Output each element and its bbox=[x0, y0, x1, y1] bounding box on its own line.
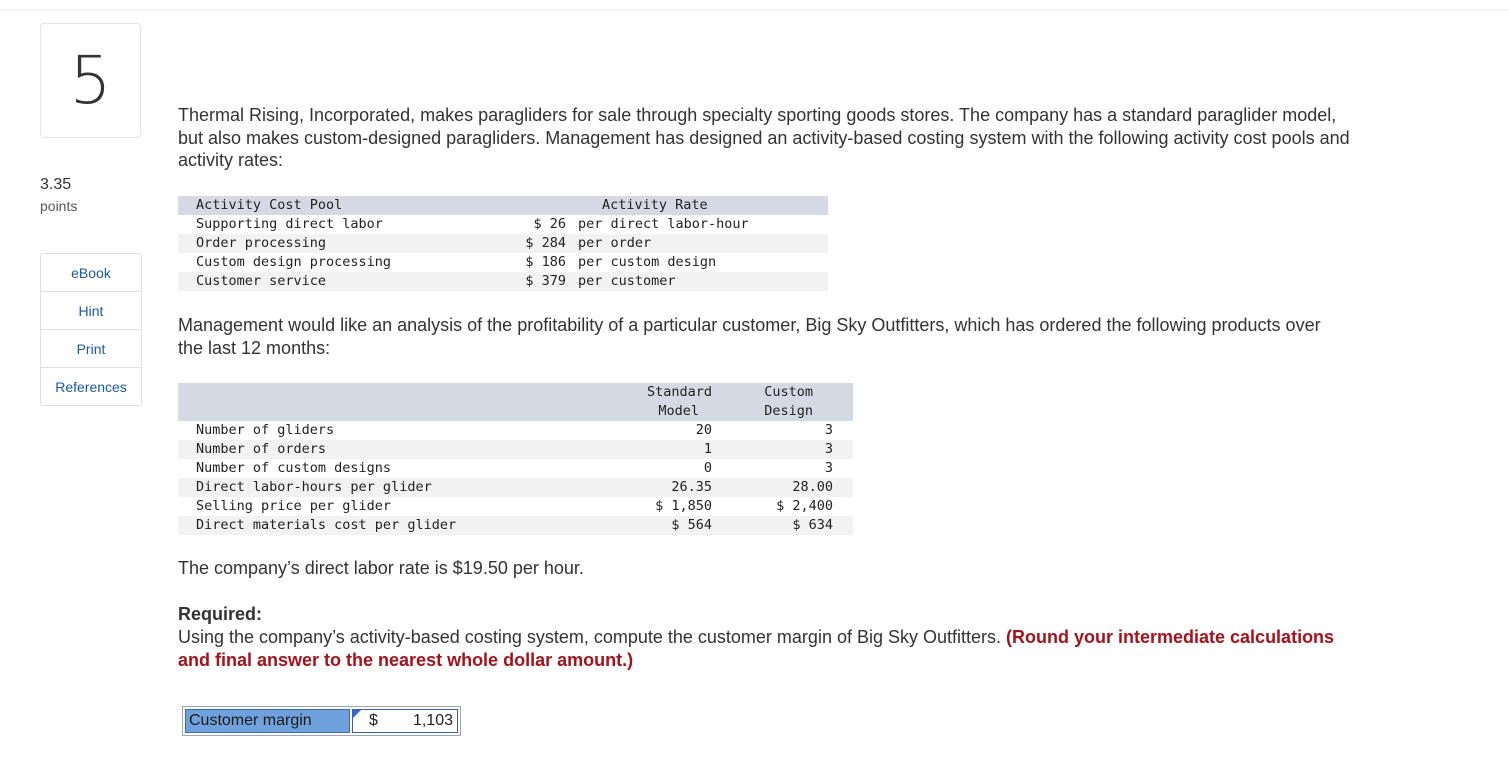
table-row: Selling price per glider $ 1,850 $ 2,400 bbox=[178, 497, 853, 516]
ebook-link[interactable]: eBook bbox=[41, 254, 141, 292]
flag-marker-icon bbox=[353, 710, 361, 718]
table-row: Number of custom designs 0 3 bbox=[178, 459, 853, 478]
row-label: Supporting direct labor bbox=[196, 216, 383, 232]
required-title: Required: bbox=[178, 604, 263, 624]
top-divider bbox=[0, 9, 1509, 10]
required-body: Using the company’s activity-based costi… bbox=[178, 626, 1338, 672]
row-standard-value: 1 bbox=[703, 441, 712, 457]
header-custom-line2: Design bbox=[764, 403, 813, 419]
print-link[interactable]: Print bbox=[41, 330, 141, 368]
table-header-row: Standard Model Custom Design bbox=[178, 383, 853, 421]
row-custom-value: 28.00 bbox=[792, 479, 833, 495]
row-custom-value: 3 bbox=[824, 422, 833, 438]
header-standard-line2: Model bbox=[658, 403, 699, 419]
customer-margin-input[interactable]: $ 1,103 bbox=[352, 709, 458, 733]
table-row: Customer service $ 379 per customer bbox=[178, 272, 828, 291]
required-section: Required: Using the company’s activity-b… bbox=[178, 603, 1338, 672]
row-custom-value: $ 2,400 bbox=[776, 498, 833, 514]
row-custom-value: $ 634 bbox=[792, 517, 833, 533]
points-label: points bbox=[40, 198, 78, 214]
row-unit: per direct labor-hour bbox=[578, 216, 749, 232]
points-value: 3.35 bbox=[40, 176, 72, 193]
question-number: 5 bbox=[69, 41, 112, 119]
row-amount: $ 379 bbox=[525, 273, 566, 289]
row-unit: per custom design bbox=[578, 254, 717, 270]
row-standard-value: 0 bbox=[703, 460, 712, 476]
labor-rate-text: The company’s direct labor rate is $19.5… bbox=[178, 558, 584, 578]
row-amount: $ 284 bbox=[525, 235, 566, 251]
row-label: Number of gliders bbox=[196, 422, 335, 438]
required-text: Using the company’s activity-based costi… bbox=[178, 627, 1007, 647]
row-amount: $ 186 bbox=[525, 254, 566, 270]
header-activity-rate: Activity Rate bbox=[602, 197, 708, 213]
row-unit: per customer bbox=[578, 273, 676, 289]
intro-paragraph: Thermal Rising, Incorporated, makes para… bbox=[178, 105, 1350, 170]
row-label: Number of orders bbox=[196, 441, 327, 457]
table-header-row: Activity Cost Pool Activity Rate bbox=[178, 196, 828, 215]
row-standard-value: $ 564 bbox=[671, 517, 712, 533]
row-unit: per order bbox=[578, 235, 652, 251]
currency-symbol: $ bbox=[369, 712, 378, 729]
answer-table: Customer margin $ 1,103 bbox=[182, 706, 461, 736]
hint-link[interactable]: Hint bbox=[41, 292, 141, 330]
table-row: Order processing $ 284 per order bbox=[178, 234, 828, 253]
table-row: Direct materials cost per glider $ 564 $… bbox=[178, 516, 853, 535]
row-amount: $ 26 bbox=[533, 216, 566, 232]
row-custom-value: 3 bbox=[824, 441, 833, 457]
table-row: Number of gliders 20 3 bbox=[178, 421, 853, 440]
header-activity-cost-pool: Activity Cost Pool bbox=[196, 197, 343, 213]
header-custom-line1: Custom bbox=[764, 384, 813, 400]
analysis-paragraph: Management would like an analysis of the… bbox=[178, 315, 1321, 358]
side-menu: eBook Hint Print References bbox=[40, 253, 142, 406]
row-label: Order processing bbox=[196, 235, 327, 251]
table-row: Direct labor-hours per glider 26.35 28.0… bbox=[178, 478, 853, 497]
row-label: Direct labor-hours per glider bbox=[196, 479, 432, 495]
customer-margin-label: Customer margin bbox=[185, 709, 350, 733]
table-row: Number of orders 1 3 bbox=[178, 440, 853, 459]
references-link[interactable]: References bbox=[41, 368, 141, 405]
header-standard-line1: Standard bbox=[646, 384, 712, 400]
question-number-box: 5 bbox=[40, 23, 141, 138]
table-row: Supporting direct labor $ 26 per direct … bbox=[178, 215, 828, 234]
row-label: Custom design processing bbox=[196, 254, 392, 270]
row-standard-value: $ 1,850 bbox=[655, 498, 712, 514]
row-label: Customer service bbox=[196, 273, 327, 289]
table-row: Custom design processing $ 186 per custo… bbox=[178, 253, 828, 272]
row-label: Direct materials cost per glider bbox=[196, 517, 457, 533]
row-standard-value: 26.35 bbox=[671, 479, 712, 495]
row-label: Number of custom designs bbox=[196, 460, 392, 476]
row-standard-value: 20 bbox=[695, 422, 712, 438]
row-label: Selling price per glider bbox=[196, 498, 392, 514]
customer-margin-value: 1,103 bbox=[412, 712, 453, 729]
row-custom-value: 3 bbox=[824, 460, 833, 476]
